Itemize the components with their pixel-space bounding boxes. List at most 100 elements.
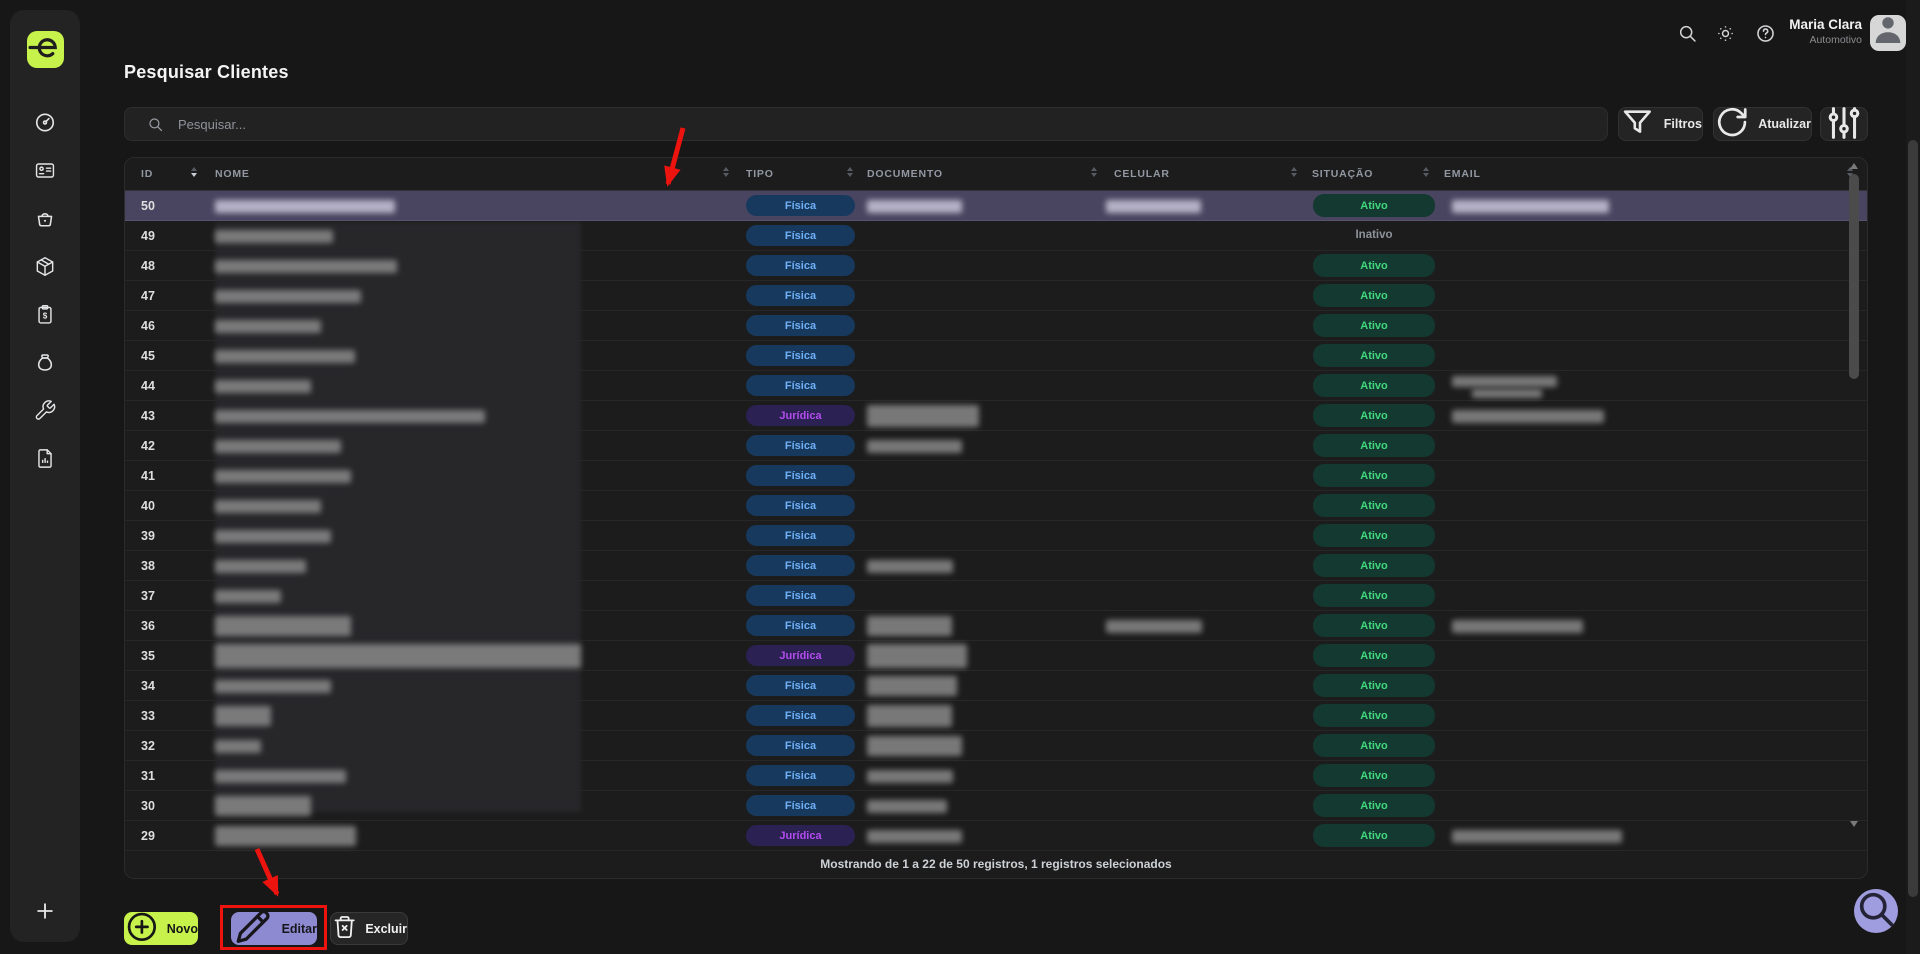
search-input[interactable] [176,115,1607,133]
column-header-celular[interactable]: CELULAR [1114,168,1170,180]
scroll-down-icon[interactable] [1850,821,1858,827]
status-badge: Ativo [1313,434,1435,457]
status-text: Inativo [1355,229,1393,241]
redacted-text [867,439,962,453]
cell-id: 34 [141,679,155,693]
status-badge: Ativo [1313,764,1435,787]
table-row[interactable]: 35 Jurídica Ativo [125,641,1867,671]
column-settings-button[interactable] [1820,106,1868,141]
tipo-badge: Física [746,495,855,516]
edit-label: Editar [281,921,317,936]
delete-button[interactable]: Excluir [330,912,408,945]
cell-id: 38 [141,559,155,573]
cell-id: 43 [141,409,155,423]
sidebar: $ [10,10,80,942]
sun-icon [1715,26,1736,48]
sidebar-item-clients[interactable] [33,159,57,182]
table-footer: Mostrando de 1 a 22 de 50 registros, 1 r… [820,856,1172,871]
redacted-text [215,589,281,603]
cell-id: 42 [141,439,155,453]
status-badge: Ativo [1313,584,1435,607]
funnel-icon [1619,104,1656,144]
cell-id: 33 [141,709,155,723]
scrollbar-thumb[interactable] [1849,174,1859,379]
column-header-email[interactable]: EMAIL [1444,168,1481,180]
table-row[interactable]: 50 Física Ativo [125,191,1867,221]
file-chart-icon [33,449,57,474]
tipo-badge: Física [746,315,855,336]
tipo-badge: Física [746,225,855,246]
tipo-badge: Física [746,195,855,216]
gauge-icon [33,113,57,138]
table-body: 50 Física Ativo 49 Física Inativo 48 Física Ativ… [125,191,1867,851]
redacted-text [215,289,361,303]
sidebar-item-billing[interactable]: $ [33,303,57,326]
sidebar-add-button[interactable] [34,900,56,922]
table-row[interactable]: 29 Jurídica Ativo [125,821,1867,851]
filters-button[interactable]: Filtros [1618,107,1703,141]
redacted-text [1452,829,1622,843]
new-button[interactable]: Novo [124,912,198,945]
tipo-badge: Física [746,255,855,276]
page-scrollbar-thumb[interactable] [1908,140,1918,897]
table-scrollbar[interactable] [1848,161,1860,837]
tipo-badge: Física [746,765,855,786]
cell-id: 40 [141,499,155,513]
column-header-situação[interactable]: SITUAÇÃO [1312,168,1373,180]
redacted-text [215,379,311,393]
sidebar-item-dashboard[interactable] [33,111,57,134]
status-badge: Ativo [1313,494,1435,517]
redacted-text [867,676,957,696]
status-badge: Ativo [1313,824,1435,847]
invoice-icon: $ [33,305,57,330]
redacted-text [867,736,962,756]
global-search-button[interactable] [1677,23,1698,44]
scroll-up-icon[interactable] [1850,163,1858,169]
sort-icon [723,167,729,177]
redacted-text [215,319,321,333]
user-menu[interactable]: Maria Clara Automotivo [1789,17,1862,47]
sidebar-item-products[interactable] [33,255,57,278]
status-badge: Ativo [1313,794,1435,817]
id-card-icon [33,163,57,186]
page-scrollbar[interactable] [1906,0,1920,954]
redacted-text [215,616,351,636]
redacted-text [867,644,967,668]
redacted-text [215,796,311,816]
refresh-button[interactable]: Atualizar [1713,107,1812,141]
help-button[interactable] [1755,23,1776,44]
status-badge: Ativo [1313,464,1435,487]
avatar[interactable] [1870,15,1906,51]
column-header-nome[interactable]: NOME [215,168,250,180]
floating-search-button[interactable] [1854,889,1898,933]
column-header-id[interactable]: ID [141,168,153,180]
cell-id: 36 [141,619,155,633]
sort-icon [847,167,853,177]
tipo-badge: Física [746,795,855,816]
theme-toggle-button[interactable] [1715,23,1736,44]
redacted-text [867,616,952,636]
status-badge: Ativo [1313,284,1435,307]
edit-button[interactable]: Editar [231,910,317,945]
redacted-text [867,559,953,573]
refresh-label: Atualizar [1758,117,1811,131]
sidebar-item-sales[interactable] [33,207,57,230]
status-badge: Ativo [1313,404,1435,427]
sort-icon [191,167,197,177]
sort-icon [1091,167,1097,177]
status-badge: Ativo [1313,314,1435,337]
redacted-text [215,739,261,753]
clients-table: ID NOME TIPO DOCUMENTO CELULAR SITUAÇÃO EMAIL … [124,157,1868,879]
redacted-text [867,829,962,843]
redacted-text [215,439,341,453]
column-header-tipo[interactable]: TIPO [746,168,774,180]
column-header-documento[interactable]: DOCUMENTO [867,168,943,180]
new-label: Novo [166,921,198,936]
status-badge: Ativo [1313,614,1435,637]
redacted-text [867,405,979,427]
sidebar-menu: $ [10,111,80,470]
search-icon [147,116,164,133]
sidebar-item-reports[interactable] [33,447,57,470]
sidebar-item-finance[interactable] [33,351,57,374]
sidebar-item-services[interactable] [33,399,57,422]
